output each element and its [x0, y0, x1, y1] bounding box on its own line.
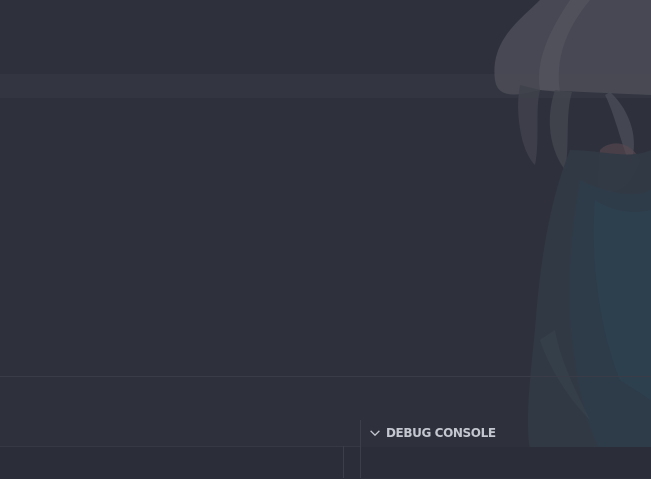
debug-console-body[interactable] [361, 447, 651, 478]
debug-console-title: DEBUG CONSOLE [386, 426, 496, 440]
editor-area[interactable] [0, 0, 651, 377]
scrollbar-divider [343, 446, 344, 478]
chevron-down-icon[interactable] [364, 420, 386, 446]
current-line-highlight [0, 74, 651, 98]
debug-console-header[interactable]: DEBUG CONSOLE [361, 420, 651, 446]
terminal-input-area[interactable] [0, 446, 360, 479]
